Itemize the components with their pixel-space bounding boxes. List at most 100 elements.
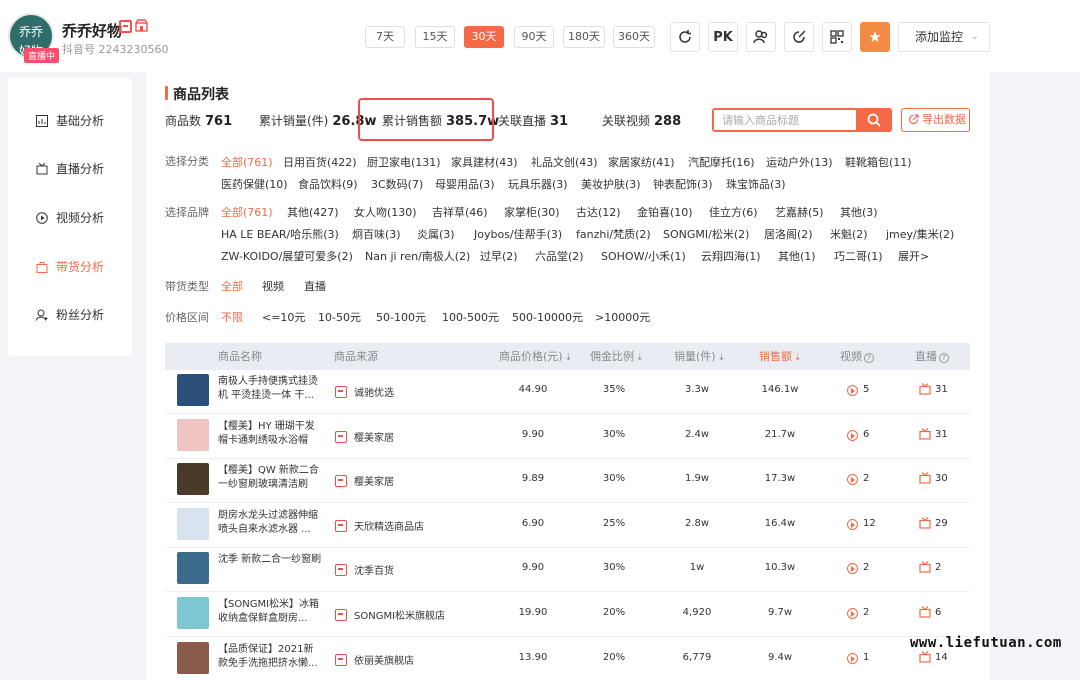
price-chip[interactable]: >10000元 xyxy=(595,309,650,325)
product-videos[interactable]: 5 xyxy=(863,384,869,395)
product-lives[interactable]: 31 xyxy=(935,384,948,395)
favorite-button[interactable]: ★ xyxy=(860,22,890,52)
price-chip[interactable]: 10-50元 xyxy=(318,309,361,325)
category-chip[interactable]: 母婴用品(3) xyxy=(435,176,495,192)
range-tab-90[interactable]: 90天 xyxy=(514,26,554,48)
brand-chip[interactable]: HA LE BEAR/哈乐熊(3) xyxy=(221,226,339,242)
brand-chip[interactable]: SONGMI/松米(2) xyxy=(663,226,749,242)
product-name[interactable]: 南极人手持便携式挂烫机 平烫挂烫一体 干... xyxy=(218,375,322,403)
category-chip[interactable]: 礼品文创(43) xyxy=(531,154,598,170)
product-thumbnail[interactable] xyxy=(177,419,209,451)
category-chip[interactable]: 汽配摩托(16) xyxy=(688,154,755,170)
product-lives[interactable]: 2 xyxy=(935,562,941,573)
category-chip[interactable]: 钟表配饰(3) xyxy=(653,176,713,192)
table-row[interactable]: 【樱美】QW 新款二合一纱窗刷玻璃清洁刷 樱美家居 9.89 30% 1.9w 17.3w… xyxy=(165,459,970,503)
table-row[interactable]: 南极人手持便携式挂烫机 平烫挂烫一体 干... 诚驰优选 44.90 35% 3.3w 1… xyxy=(165,370,970,414)
product-videos[interactable]: 1 xyxy=(863,652,869,663)
product-source[interactable]: SONGMI松米旗舰店 xyxy=(354,607,445,622)
refresh-button[interactable] xyxy=(670,22,700,52)
product-source[interactable]: 天欣精选商品店 xyxy=(354,518,424,533)
col-price[interactable]: 商品价格(元) ⇣ xyxy=(499,343,572,370)
search-input[interactable] xyxy=(714,110,854,130)
product-lives[interactable]: 30 xyxy=(935,473,948,484)
category-chip[interactable]: 家具建材(43) xyxy=(451,154,518,170)
range-tab-15[interactable]: 15天 xyxy=(415,26,455,48)
price-chip[interactable]: 50-100元 xyxy=(376,309,426,325)
table-row[interactable]: 厨房水龙头过滤器伸缩喷头自来水滤水器 ... 天欣精选商品店 6.90 25% 2.8w… xyxy=(165,504,970,548)
category-chip[interactable]: 厨卫家电(131) xyxy=(367,154,441,170)
product-videos[interactable]: 2 xyxy=(863,562,869,573)
brand-chip[interactable]: 炎属(3) xyxy=(417,226,455,242)
product-videos[interactable]: 12 xyxy=(863,518,876,529)
product-lives[interactable]: 31 xyxy=(935,429,948,440)
product-name[interactable]: 【SONGMI松米】冰箱收纳盒保鲜盒厨房... xyxy=(218,598,322,626)
qrcode-button[interactable] xyxy=(822,22,852,52)
brand-chip[interactable]: 六品堂(2) xyxy=(535,248,584,264)
brand-chip[interactable]: 家掌柜(30) xyxy=(504,204,560,220)
product-name[interactable]: 【樱美】QW 新款二合一纱窗刷玻璃清洁刷 xyxy=(218,464,322,492)
type-chip[interactable]: 直播 xyxy=(304,278,326,294)
brand-chip[interactable]: 艺嘉赫(5) xyxy=(775,204,824,220)
product-name[interactable]: 【樱美】HY 珊瑚干发帽卡通刺绣吸水浴帽 xyxy=(218,420,322,448)
brand-chip[interactable]: 巧二哥(1) xyxy=(834,248,883,264)
help-icon[interactable]: ? xyxy=(864,353,874,363)
category-chip[interactable]: 3C数码(7) xyxy=(371,176,423,192)
category-chip[interactable]: 鞋靴箱包(11) xyxy=(845,154,912,170)
table-row[interactable]: 【樱美】HY 珊瑚干发帽卡通刺绣吸水浴帽 樱美家居 9.90 30% 2.4w 21.7w… xyxy=(165,415,970,459)
brand-chip[interactable]: 女人吻(130) xyxy=(354,204,417,220)
brand-chip[interactable]: ZW-KOIDO/展望可爱多(2) xyxy=(221,248,353,264)
brand-chip[interactable]: 吉祥草(46) xyxy=(432,204,488,220)
sidebar-item-fans[interactable]: 粉丝分析 xyxy=(8,300,132,330)
product-videos[interactable]: 2 xyxy=(863,607,869,618)
help-icon[interactable]: ? xyxy=(939,353,949,363)
product-lives[interactable]: 6 xyxy=(935,607,941,618)
price-chip[interactable]: 100-500元 xyxy=(442,309,499,325)
brand-chip[interactable]: 居洛阁(2) xyxy=(764,226,813,242)
category-chip[interactable]: 医药保健(10) xyxy=(221,176,288,192)
product-thumbnail[interactable] xyxy=(177,374,209,406)
product-videos[interactable]: 6 xyxy=(863,429,869,440)
category-chip[interactable]: 运动户外(13) xyxy=(766,154,833,170)
price-chip[interactable]: <=10元 xyxy=(262,309,305,325)
product-thumbnail[interactable] xyxy=(177,597,209,629)
product-lives[interactable]: 29 xyxy=(935,518,948,529)
export-button[interactable]: 导出数据 xyxy=(901,108,970,132)
product-source[interactable]: 樱美家居 xyxy=(354,473,394,488)
type-chip[interactable]: 视频 xyxy=(262,278,284,294)
range-tab-360[interactable]: 360天 xyxy=(613,26,655,48)
sidebar-item-basic[interactable]: 基础分析 xyxy=(8,106,132,136)
range-tab-30[interactable]: 30天 xyxy=(464,26,504,48)
table-row[interactable]: 沈季 新款二合一纱窗刷 沈季百货 9.90 30% 1w 10.3w 2 2 xyxy=(165,548,970,592)
price-chip[interactable]: 不限 xyxy=(221,309,243,325)
col-commission[interactable]: 佣金比例 ⇣ xyxy=(590,343,644,370)
users-button[interactable] xyxy=(746,22,776,52)
sidebar-item-live[interactable]: 直播分析 xyxy=(8,154,132,184)
brand-chip[interactable]: Joybos/佳帮手(3) xyxy=(474,226,562,242)
range-tab-180[interactable]: 180天 xyxy=(563,26,605,48)
price-chip[interactable]: 500-10000元 xyxy=(512,309,583,325)
category-chip[interactable]: 玩具乐器(3) xyxy=(508,176,568,192)
brand-chip[interactable]: Nan ji ren/南极人(2) xyxy=(365,248,470,264)
range-tab-7[interactable]: 7天 xyxy=(365,26,405,48)
brand-chip[interactable]: 其他(427) xyxy=(287,204,339,220)
brand-chip[interactable]: 过早(2) xyxy=(480,248,518,264)
add-monitor-button[interactable]: 添加监控 ⌄ xyxy=(898,22,990,52)
search-button[interactable] xyxy=(856,108,892,132)
category-chip[interactable]: 食品饮料(9) xyxy=(298,176,358,192)
product-source[interactable]: 沈季百货 xyxy=(354,562,394,577)
product-thumbnail[interactable] xyxy=(177,642,209,674)
expand-brands-link[interactable]: 展开> xyxy=(898,248,929,264)
product-source[interactable]: 依丽美旗舰店 xyxy=(354,652,414,667)
brand-chip[interactable]: 古达(12) xyxy=(576,204,621,220)
brand-chip[interactable]: fanzhi/梵质(2) xyxy=(576,226,651,242)
brand-chip[interactable]: jmey/集米(2) xyxy=(886,226,954,242)
product-thumbnail[interactable] xyxy=(177,552,209,584)
product-name[interactable]: 【品质保证】2021新款免手洗拖把挤水懒... xyxy=(218,643,322,671)
col-sales[interactable]: 销量(件) ⇣ xyxy=(674,343,725,370)
pk-button[interactable]: PK xyxy=(708,22,738,52)
brand-chip[interactable]: 佳立方(6) xyxy=(709,204,758,220)
table-row[interactable]: 【SONGMI松米】冰箱收纳盒保鲜盒厨房... SONGMI松米旗舰店 19.90 2… xyxy=(165,593,970,637)
product-source[interactable]: 樱美家居 xyxy=(354,429,394,444)
category-chip[interactable]: 美妆护肤(3) xyxy=(581,176,641,192)
sidebar-item-goods[interactable]: 带货分析 xyxy=(8,252,132,282)
